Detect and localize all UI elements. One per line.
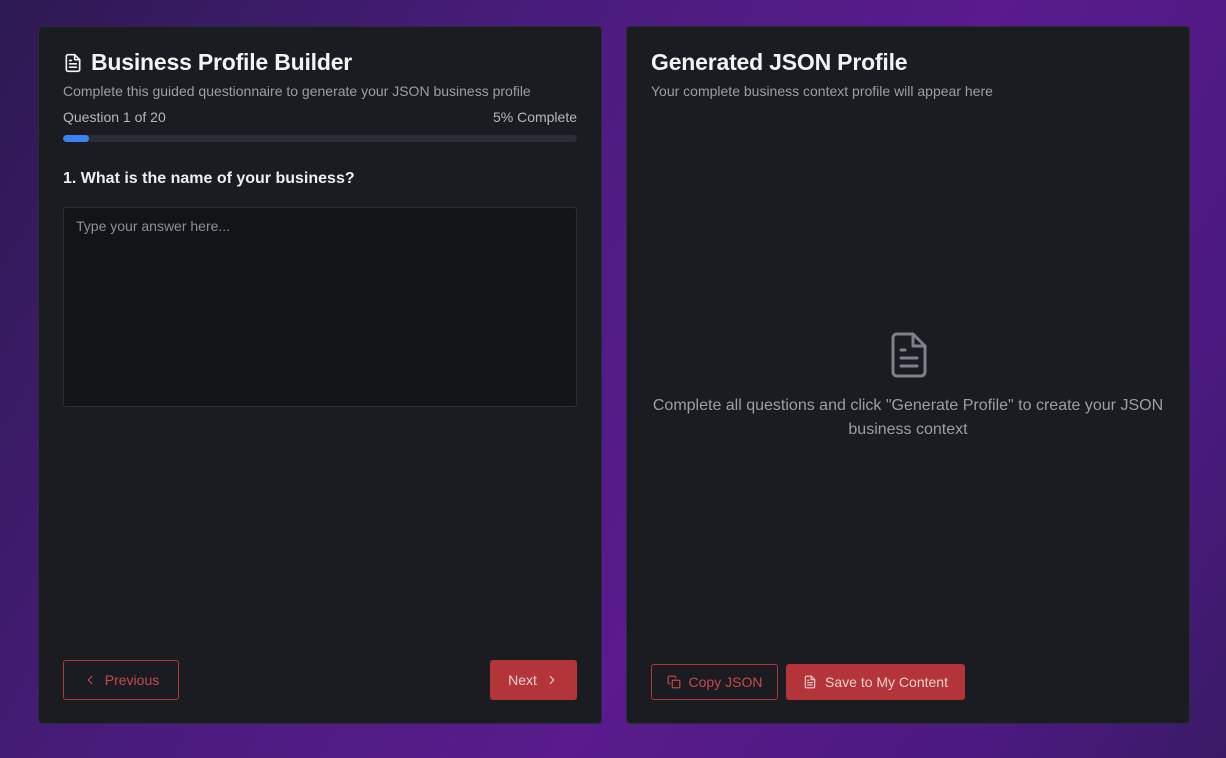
- save-to-content-button[interactable]: Save to My Content: [786, 664, 965, 700]
- percent-complete: 5% Complete: [492, 109, 577, 125]
- chevron-right-icon: [549, 675, 555, 685]
- empty-state-message: Complete all questions and click "Genera…: [652, 397, 1164, 438]
- previous-label: Previous: [104, 672, 160, 688]
- copy-json-button[interactable]: Copy JSON: [651, 664, 778, 700]
- json-output-panel: Generated JSON Profile Your complete bus…: [626, 26, 1190, 724]
- builder-subtitle: Complete this guided questionnaire to ge…: [63, 83, 531, 99]
- builder-title: Business Profile Builder: [91, 49, 353, 75]
- progress-bar-fill: [63, 135, 89, 142]
- previous-button[interactable]: Previous: [63, 660, 179, 700]
- answer-input[interactable]: [63, 207, 577, 407]
- file-text-icon: [804, 675, 816, 689]
- builder-header: Business Profile Builder: [63, 49, 352, 76]
- chevron-left-icon: [87, 675, 93, 685]
- next-label: Next: [508, 672, 537, 688]
- copy-icon: [667, 675, 680, 689]
- next-button[interactable]: Next: [490, 660, 577, 700]
- file-text-icon: [65, 53, 81, 72]
- file-text-icon: [891, 332, 927, 378]
- profile-builder-panel: Business Profile Builder Complete this g…: [38, 26, 602, 724]
- question-counter: Question 1 of 20: [63, 109, 166, 125]
- copy-json-label: Copy JSON: [688, 674, 763, 690]
- progress-bar: [63, 135, 577, 142]
- progress-meta: Question 1 of 20 5% Complete: [63, 109, 577, 125]
- output-subtitle: Your complete business context profile w…: [651, 83, 993, 99]
- question-label: 1. What is the name of your business?: [63, 170, 355, 187]
- output-header: Generated JSON Profile: [651, 49, 908, 76]
- output-title: Generated JSON Profile: [651, 49, 908, 75]
- save-to-content-label: Save to My Content: [825, 674, 948, 690]
